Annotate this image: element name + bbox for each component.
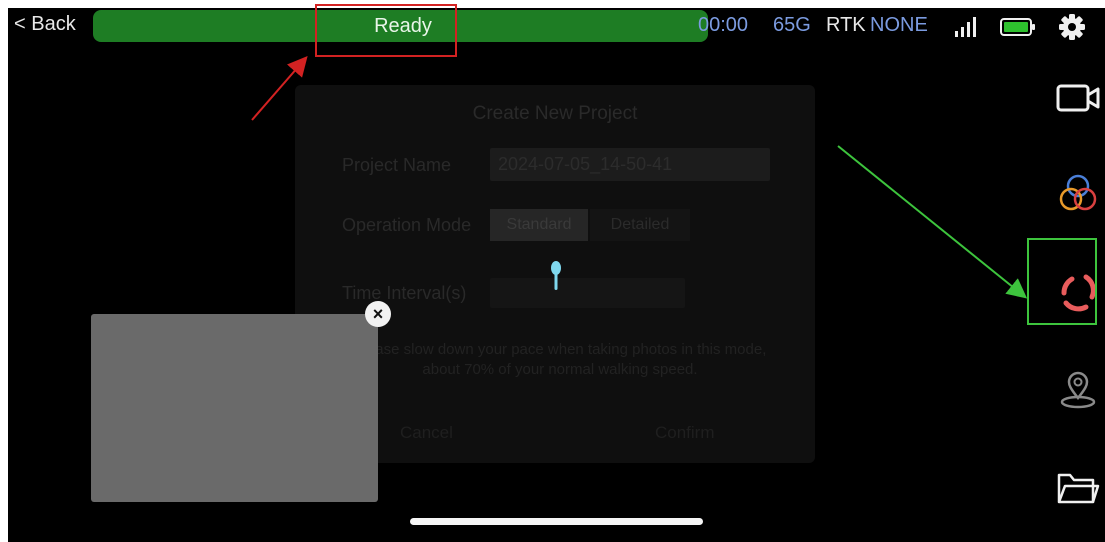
- annotation-arrows: [251, 55, 1028, 299]
- red-arrow: [251, 55, 308, 121]
- green-arrow: [837, 145, 1028, 299]
